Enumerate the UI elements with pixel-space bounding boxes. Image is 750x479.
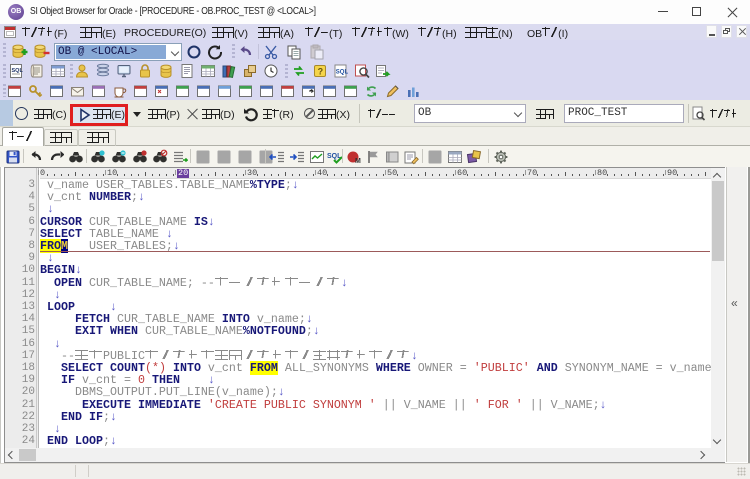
- svg-text:?: ?: [318, 66, 324, 76]
- svg-text:M: M: [355, 158, 361, 165]
- svg-text:SQL: SQL: [336, 70, 349, 76]
- svg-text:SQL: SQL: [12, 68, 24, 74]
